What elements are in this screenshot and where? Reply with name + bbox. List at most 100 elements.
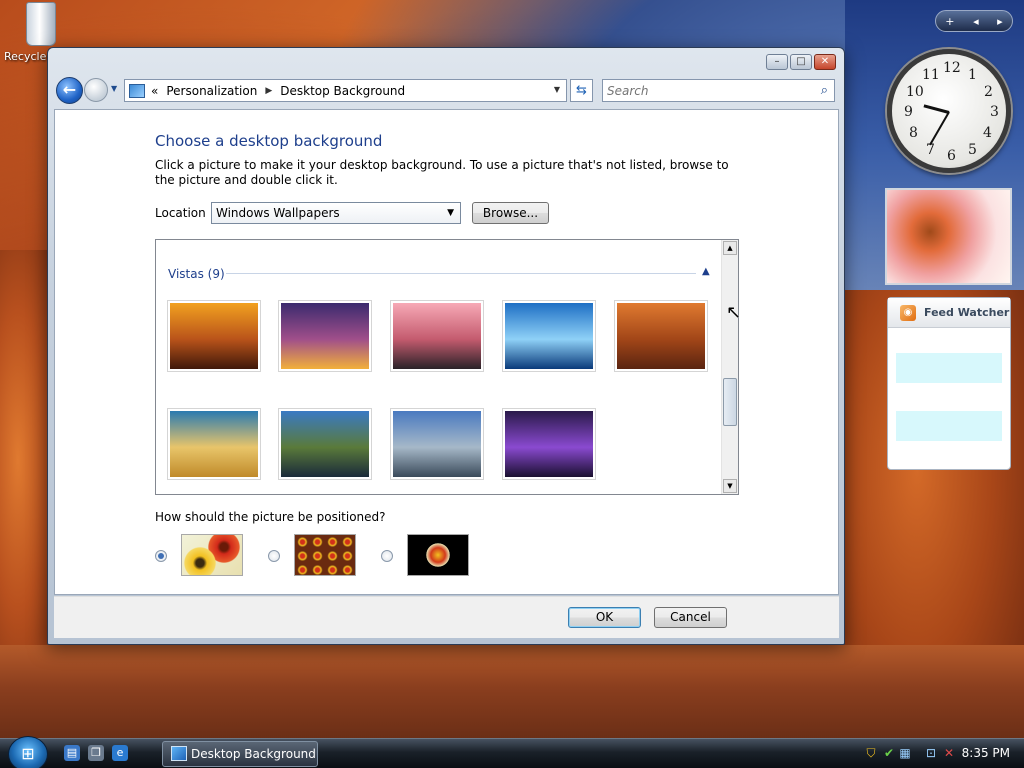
breadcrumb-separator-icon[interactable]: ▶: [265, 86, 272, 96]
clock-number: 6: [947, 148, 956, 164]
wallpaper-thumbnail[interactable]: [502, 408, 596, 480]
gadget-controls[interactable]: + ◂ ▸: [935, 10, 1013, 32]
switch-windows-icon[interactable]: ❐: [88, 745, 104, 761]
thumbnail-image: [281, 303, 369, 369]
close-button[interactable]: ✕: [814, 54, 836, 70]
feed-header: ◉ Feed Watcher: [888, 298, 1010, 328]
position-fit-radio[interactable]: [155, 550, 167, 562]
wallpaper-thumbnail[interactable]: [167, 408, 261, 480]
clock-hour-hand: [923, 104, 950, 114]
add-gadget-icon[interactable]: +: [945, 15, 954, 28]
show-desktop-icon[interactable]: ▤: [64, 745, 80, 761]
rss-icon: ◉: [900, 304, 916, 321]
chevron-down-icon: ▼: [447, 208, 454, 218]
position-fit-thumbnail[interactable]: [181, 534, 243, 576]
taskbar-button-label: Desktop Background: [191, 747, 316, 761]
breadcrumb-personalization[interactable]: Personalization: [166, 84, 257, 98]
location-value: Windows Wallpapers: [216, 206, 340, 220]
breadcrumb-overflow-icon[interactable]: «: [151, 84, 158, 98]
wallpaper-thumbnail[interactable]: [278, 300, 372, 372]
thumbnail-image: [505, 303, 593, 369]
desktop-background-window: – □ ✕ ← ▼ « Personalization ▶ Desktop Ba…: [47, 47, 845, 645]
desktop-background-icon: [171, 746, 187, 761]
slideshow-gadget[interactable]: [885, 188, 1012, 285]
wallpaper-gallery: Vistas (9) ▲ ▲ ▼: [155, 239, 739, 495]
clock-gadget[interactable]: 12 1 2 3 4 5 6 7 8 9 10 11: [887, 49, 1011, 173]
thumbnail-image: [617, 303, 705, 369]
group-divider: [226, 273, 696, 274]
dialog-footer: OK Cancel: [54, 596, 839, 638]
position-label: How should the picture be positioned?: [155, 510, 386, 524]
location-label: Location: [155, 206, 206, 220]
recent-pages-dropdown-icon[interactable]: ▼: [111, 84, 117, 93]
thumbnail-image: [170, 411, 258, 477]
start-button[interactable]: ⊞: [8, 736, 48, 768]
minimize-button[interactable]: –: [766, 54, 788, 70]
back-button[interactable]: ←: [56, 77, 83, 104]
thumbnail-image: [393, 303, 481, 369]
gallery-scrollbar[interactable]: ▲ ▼: [721, 240, 738, 494]
refresh-button[interactable]: ⇆: [570, 79, 593, 102]
location-select[interactable]: Windows Wallpapers ▼: [211, 202, 461, 224]
content-pane: Choose a desktop background Click a pict…: [54, 109, 839, 595]
feed-item[interactable]: [896, 353, 1002, 383]
wallpaper-thumbnail[interactable]: [167, 300, 261, 372]
ok-button[interactable]: OK: [568, 607, 641, 628]
browse-button[interactable]: Browse...: [472, 202, 549, 224]
scroll-up-icon[interactable]: ▲: [723, 241, 737, 255]
scroll-down-icon[interactable]: ▼: [723, 479, 737, 493]
clock-number: 8: [909, 125, 918, 141]
previous-gadget-icon[interactable]: ◂: [973, 15, 979, 28]
windows-defender-icon[interactable]: ✔: [882, 746, 896, 760]
clock-number: 11: [922, 67, 940, 83]
address-bar[interactable]: « Personalization ▶ Desktop Background ▼: [124, 79, 567, 102]
collapse-group-icon[interactable]: ▲: [702, 266, 710, 277]
wallpaper-thumbnail[interactable]: [502, 300, 596, 372]
feed-title: Feed Watcher: [924, 306, 1010, 319]
address-dropdown-icon[interactable]: ▼: [554, 85, 560, 94]
clock-number: 3: [990, 104, 999, 120]
next-gadget-icon[interactable]: ▸: [997, 15, 1003, 28]
thumbnail-image: [281, 411, 369, 477]
wallpaper-thumbnail[interactable]: [278, 408, 372, 480]
feed-item[interactable]: [896, 411, 1002, 441]
clock-minute-hand: [929, 111, 950, 146]
feed-watcher-gadget[interactable]: ◉ Feed Watcher: [887, 297, 1011, 470]
page-title: Choose a desktop background: [155, 132, 383, 150]
network-icon[interactable]: ▦: [898, 746, 912, 760]
page-description: Click a picture to make it your desktop …: [155, 158, 729, 187]
group-header[interactable]: Vistas (9): [168, 267, 225, 281]
breadcrumb-desktop-background[interactable]: Desktop Background: [280, 84, 405, 98]
thumbnail-image: [505, 411, 593, 477]
clock-number: 5: [968, 142, 977, 158]
clock-number: 4: [983, 125, 992, 141]
maximize-button[interactable]: □: [790, 54, 812, 70]
cancel-button[interactable]: Cancel: [654, 607, 727, 628]
clock-number: 2: [984, 84, 993, 100]
search-icon[interactable]: ⌕: [821, 83, 828, 98]
internet-explorer-icon[interactable]: e: [112, 745, 128, 761]
position-center-thumbnail[interactable]: [407, 534, 469, 576]
taskbar-clock[interactable]: 8:35 PM: [962, 746, 1010, 760]
forward-button[interactable]: [84, 78, 108, 102]
navigation-bar: ← ▼ « Personalization ▶ Desktop Backgrou…: [54, 76, 838, 106]
security-shield-icon[interactable]: ⛉: [864, 746, 878, 760]
scrollbar-thumb[interactable]: [723, 378, 737, 426]
search-box[interactable]: ⌕: [602, 79, 835, 102]
clock-number: 10: [906, 84, 924, 100]
search-input[interactable]: [603, 80, 803, 101]
position-tile-thumbnail[interactable]: [294, 534, 356, 576]
clock-number: 1: [968, 67, 977, 83]
system-tray: ⛉ ✔ ▦ ⊡ ✕ 8:35 PM: [854, 739, 1024, 768]
control-panel-icon: [129, 83, 145, 98]
volume-muted-icon[interactable]: ✕: [942, 746, 956, 760]
position-center-radio[interactable]: [381, 550, 393, 562]
wallpaper-thumbnail[interactable]: [390, 300, 484, 372]
wallpaper-thumbnail[interactable]: [390, 408, 484, 480]
position-tile-radio[interactable]: [268, 550, 280, 562]
taskbar-button-desktop-background[interactable]: Desktop Background: [162, 741, 318, 767]
wallpaper-thumbnail[interactable]: [614, 300, 708, 372]
clock-number: 12: [943, 60, 961, 76]
desktop-ground: [0, 645, 1024, 740]
network-connection-icon[interactable]: ⊡: [924, 746, 938, 760]
